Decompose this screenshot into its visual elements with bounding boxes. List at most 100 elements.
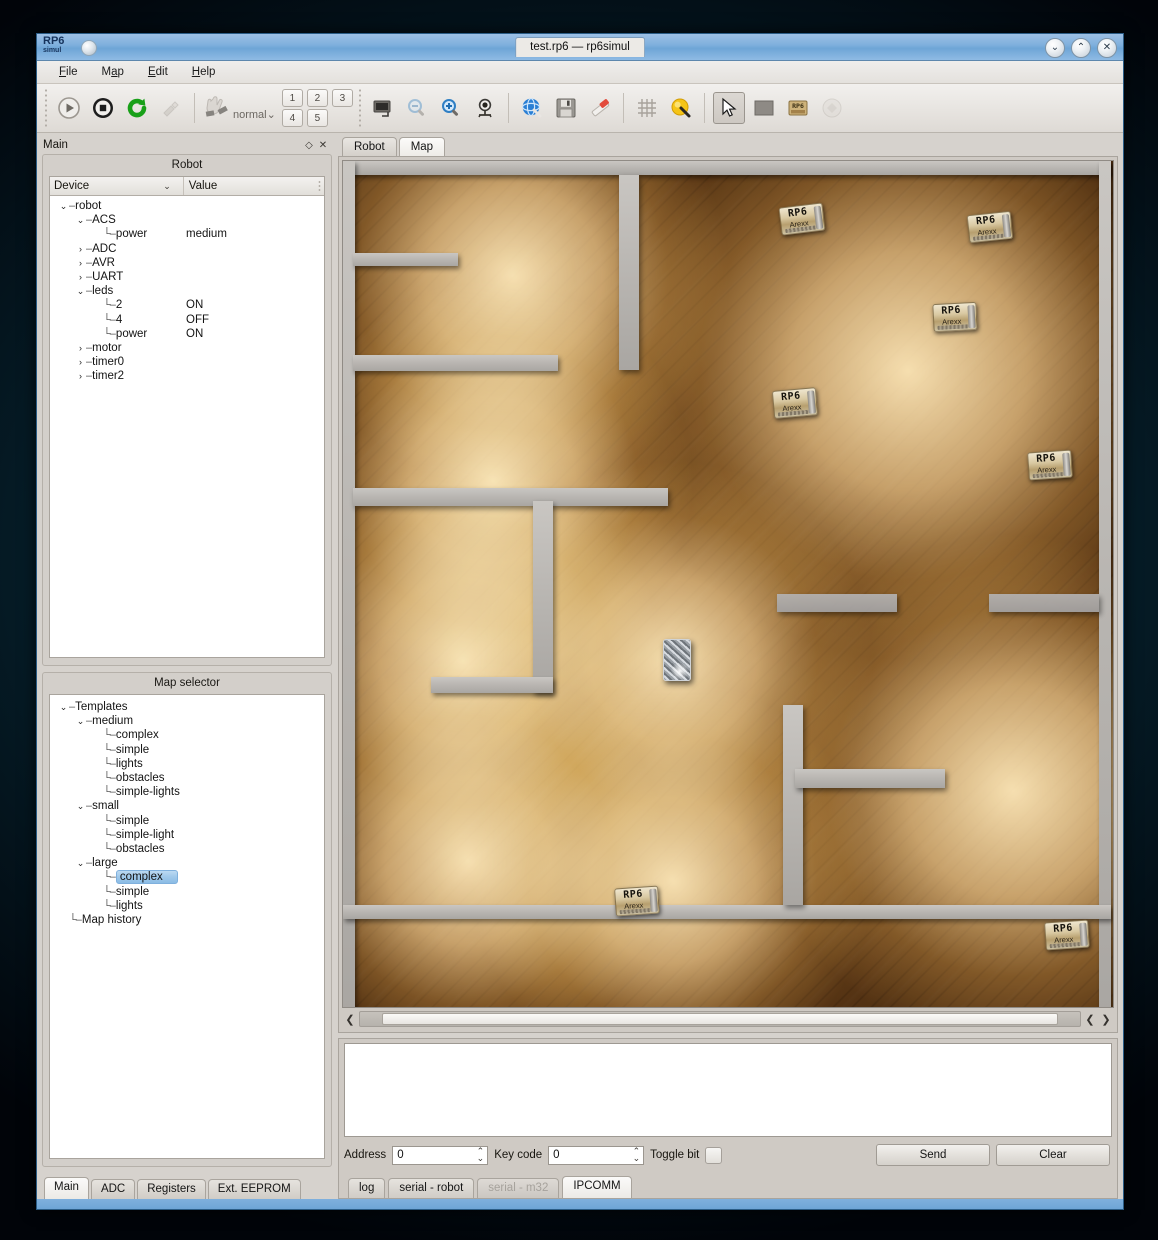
speed-label[interactable]: normal⌄ xyxy=(233,108,276,121)
save-icon[interactable] xyxy=(551,93,581,123)
step-icon[interactable] xyxy=(156,93,186,123)
tree-row[interactable]: ⌄ – small xyxy=(50,799,324,813)
tree-row[interactable]: └– complex xyxy=(50,870,324,885)
robot-icon[interactable]: RP6 xyxy=(783,93,813,123)
map-horizontal-scrollbar[interactable]: ❮ ❮ ❯ xyxy=(339,1008,1117,1032)
tab-adc[interactable]: ADC xyxy=(90,1179,136,1199)
tab-map[interactable]: Map xyxy=(398,137,446,156)
speed-button-4[interactable]: 4 xyxy=(281,109,303,127)
wall-right[interactable] xyxy=(1099,161,1111,1007)
tab-ipcomm[interactable]: IPCOMM xyxy=(562,1176,632,1198)
address-spinner[interactable]: ⌃⌄ xyxy=(392,1145,489,1165)
tree-row[interactable]: ⌄ – leds xyxy=(50,284,324,298)
tree-expander-icon[interactable]: › xyxy=(75,371,86,381)
wall-bottom[interactable] xyxy=(343,905,1111,919)
tree-row[interactable]: └– lights xyxy=(50,757,324,771)
address-spinner-arrows-icon[interactable]: ⌃ ⌄ xyxy=(477,1146,485,1162)
tree-expander-icon[interactable]: ⌄ xyxy=(75,801,86,812)
wall-left[interactable] xyxy=(343,161,355,1007)
tree-row[interactable]: └– complex xyxy=(50,728,324,742)
scroll-prev-arrow-icon[interactable]: ❮ xyxy=(1083,1013,1097,1026)
keycode-spinner-arrows-icon[interactable]: ⌃ ⌄ xyxy=(633,1146,641,1162)
minimize-button[interactable]: ⌄ xyxy=(1045,38,1065,58)
tree-expander-icon[interactable]: ⌄ xyxy=(75,215,86,226)
tree-row[interactable]: › – motor xyxy=(50,341,324,355)
tree-row[interactable]: ⌄ – medium xyxy=(50,714,324,728)
screen-icon[interactable] xyxy=(368,93,398,123)
tree-row[interactable]: └– 2 ON xyxy=(50,298,324,312)
wall-interior-10[interactable] xyxy=(795,769,945,788)
wall-interior-2[interactable] xyxy=(353,253,458,266)
wall-interior-5[interactable] xyxy=(533,501,553,693)
tab-registers[interactable]: Registers xyxy=(137,1179,206,1199)
cursor-icon[interactable] xyxy=(712,92,745,124)
toolbar-grip-2[interactable] xyxy=(357,88,363,128)
tree-expander-icon[interactable]: › xyxy=(75,357,86,367)
tree-row[interactable]: › – ADC xyxy=(50,242,324,256)
tab-robot[interactable]: Robot xyxy=(342,137,397,156)
tree-row[interactable]: └– simple-lights xyxy=(50,785,324,799)
wall-top[interactable] xyxy=(343,161,1111,175)
tree-row[interactable]: ⌄ – Templates xyxy=(50,700,324,714)
map-selector-tree[interactable]: ⌄ – Templates ⌄ – medium └– complex └– simple └– li… xyxy=(49,694,325,1159)
zoom-out-icon[interactable] xyxy=(402,93,432,123)
map-robot[interactable]: RP6 Arexx xyxy=(778,202,826,236)
tab-ext-eeprom[interactable]: Ext. EEPROM xyxy=(207,1179,301,1199)
clear-icon[interactable] xyxy=(585,93,615,123)
robot-tree[interactable]: Device ⌄ Value ⌄ – robot ⌄ – ACS └– power medium… xyxy=(49,176,325,658)
tree-row[interactable]: └– lights xyxy=(50,899,324,913)
map-robot[interactable]: RP6 Arexx xyxy=(966,210,1014,244)
speed-hand-icon[interactable] xyxy=(201,91,235,125)
tree-expander-icon[interactable]: › xyxy=(75,343,86,353)
zoom-fit-icon[interactable] xyxy=(470,93,500,123)
speed-button-2[interactable]: 2 xyxy=(306,89,328,107)
globe-icon[interactable] xyxy=(517,93,547,123)
tree-row[interactable]: └– 4 OFF xyxy=(50,313,324,327)
map-robot[interactable]: RP6 Arexx xyxy=(932,301,978,333)
scroll-next-arrow-icon[interactable]: ❯ xyxy=(1099,1013,1113,1026)
wall-interior-7[interactable] xyxy=(777,594,897,612)
tree-row[interactable]: └– simple xyxy=(50,884,324,898)
keycode-spinner[interactable]: ⌃⌄ xyxy=(548,1145,645,1165)
send-button[interactable]: Send xyxy=(876,1144,990,1166)
tree-row[interactable]: ⌄ – robot xyxy=(50,199,324,213)
map-view[interactable]: RP6 Arexx RP6 Arexx RP6 Arexx RP6 Arexx RP6 Arexx… xyxy=(342,160,1114,1008)
shadow-icon[interactable] xyxy=(817,93,847,123)
toolbar-grip-1[interactable] xyxy=(44,88,49,128)
tree-expander-icon[interactable]: › xyxy=(75,244,86,254)
play-icon[interactable] xyxy=(54,93,84,123)
tree-expander-icon[interactable]: ⌄ xyxy=(58,201,69,212)
wall-icon[interactable] xyxy=(749,93,779,123)
stop-icon[interactable] xyxy=(88,93,118,123)
column-header-device[interactable]: Device ⌄ xyxy=(50,177,184,195)
tree-row[interactable]: ⌄ – large xyxy=(50,856,324,870)
scrollbar-thumb[interactable] xyxy=(382,1013,1058,1025)
menu-file[interactable]: File xyxy=(47,64,90,80)
close-icon[interactable]: ✕ xyxy=(316,138,330,152)
tree-row[interactable]: └– power medium xyxy=(50,227,324,241)
zoom-in-icon[interactable] xyxy=(436,93,466,123)
tree-expander-icon[interactable]: ⌄ xyxy=(75,286,86,297)
tree-row[interactable]: › – UART xyxy=(50,270,324,284)
tab-log[interactable]: log xyxy=(348,1178,386,1198)
map-obstacle[interactable] xyxy=(663,639,691,681)
map-robot[interactable]: RP6 Arexx xyxy=(1044,919,1090,951)
speed-button-3[interactable]: 3 xyxy=(331,89,353,107)
tree-row[interactable]: └– simple-light xyxy=(50,828,324,842)
column-resize-grip[interactable] xyxy=(318,180,321,192)
tree-expander-icon[interactable]: ⌄ xyxy=(75,716,86,727)
scrollbar-track[interactable] xyxy=(359,1011,1081,1027)
tree-expander-icon[interactable]: ⌄ xyxy=(75,858,86,869)
wall-interior-4[interactable] xyxy=(353,488,668,506)
tree-row[interactable]: └– simple xyxy=(50,743,324,757)
keycode-input[interactable] xyxy=(549,1145,644,1165)
wall-interior-6[interactable] xyxy=(431,677,553,693)
tree-row[interactable]: › – timer0 xyxy=(50,355,324,369)
light-icon[interactable] xyxy=(666,93,696,123)
tree-row[interactable]: └– obstacles xyxy=(50,842,324,856)
tree-expander-icon[interactable]: › xyxy=(75,272,86,282)
menu-edit[interactable]: Edit xyxy=(136,64,180,80)
wall-interior-9[interactable] xyxy=(783,705,803,905)
grid-icon[interactable] xyxy=(632,93,662,123)
scroll-left-arrow-icon[interactable]: ❮ xyxy=(343,1013,357,1026)
